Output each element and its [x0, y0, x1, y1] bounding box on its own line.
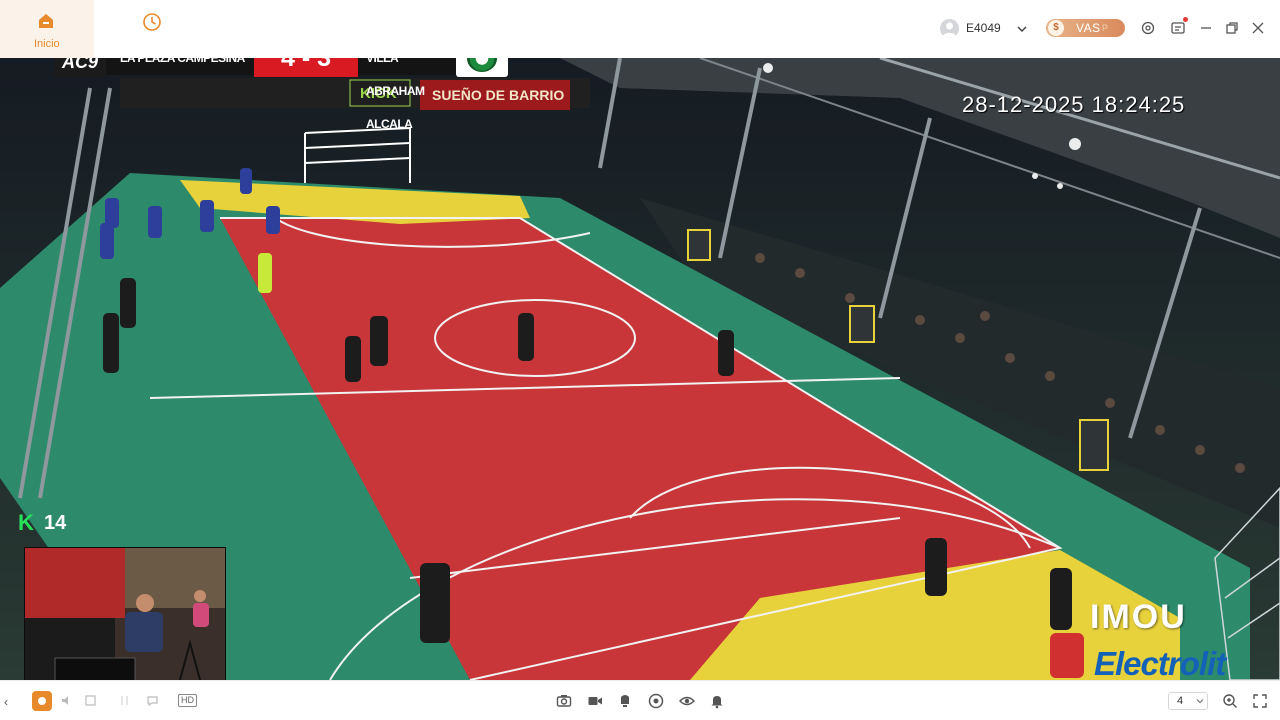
away-team-crest	[456, 58, 508, 77]
talk-icon[interactable]	[146, 694, 159, 707]
quality-toggle[interactable]: HD	[178, 694, 197, 707]
home-team-name: LA PLAZA CAMPESINA	[106, 58, 256, 75]
video-timestamp: 28-12-2025 18:24:25	[962, 92, 1186, 117]
live-video-view[interactable]: KICK SUEÑO DE BARRIO	[0, 58, 1280, 680]
camera-snapshot-icon[interactable]	[556, 693, 572, 709]
notification-dot	[1183, 17, 1188, 22]
kick-logo-icon: K	[18, 510, 34, 535]
intercom-icon[interactable]	[617, 693, 633, 709]
avatar[interactable]	[940, 19, 959, 38]
banner-sueno: SUEÑO DE BARRIO	[432, 86, 564, 103]
record-icon[interactable]	[32, 691, 52, 711]
vas-sub-label: P	[1102, 23, 1109, 33]
split-screen-select[interactable]: 4	[1168, 692, 1208, 710]
history-icon[interactable]	[142, 12, 162, 32]
close-icon[interactable]	[1250, 20, 1266, 36]
tab-home-label: Inicio	[34, 38, 60, 50]
vas-button[interactable]: $ VAS P	[1046, 19, 1125, 37]
match-score: 4 - 3	[254, 58, 358, 77]
mute-icon[interactable]	[60, 694, 73, 707]
user-icon	[942, 22, 957, 38]
sponsor-electrolit: Electrolit	[1094, 645, 1226, 680]
title-bar: Inicio E4049 $ VAS P	[0, 0, 1280, 58]
minimize-icon[interactable]	[1198, 20, 1214, 36]
vas-coin-icon: $	[1048, 20, 1064, 36]
account-name[interactable]: E4049	[966, 21, 1001, 35]
video-record-icon[interactable]	[587, 693, 603, 709]
divider-icon	[121, 696, 128, 705]
imou-watermark: IMOU	[1090, 598, 1187, 636]
zoom-in-icon[interactable]	[1222, 693, 1238, 709]
chevron-down-icon	[1196, 699, 1204, 704]
picture-in-picture-camera[interactable]	[24, 547, 226, 680]
league-logo-text: AC9	[61, 58, 98, 72]
split-screen-value: 4	[1177, 695, 1184, 707]
vas-label: VAS	[1076, 21, 1101, 35]
screenshot-small-icon[interactable]	[84, 694, 97, 707]
league-logo: AC9	[54, 58, 106, 77]
tab-home[interactable]: Inicio	[0, 0, 94, 58]
scoreboard-overlay: AC9 LA PLAZA CAMPESINA 4 - 3 VILLA ABRAH…	[54, 58, 508, 131]
playback-toolbar: ‹ HD 4	[0, 680, 1280, 720]
alarm-bell-icon[interactable]	[709, 693, 725, 709]
ptz-control-icon[interactable]	[648, 693, 664, 709]
fullscreen-icon[interactable]	[1252, 693, 1268, 709]
settings-icon[interactable]	[1140, 20, 1156, 36]
away-team-name: VILLA ABRAHAM ALCALA	[358, 58, 456, 131]
maximize-icon[interactable]	[1224, 20, 1240, 36]
eye-icon[interactable]	[679, 693, 695, 709]
viewer-count: 14	[44, 512, 67, 534]
chevron-down-icon[interactable]	[1015, 22, 1029, 36]
pip-scene	[25, 548, 225, 680]
collapse-left-icon[interactable]: ‹	[4, 695, 8, 709]
message-icon[interactable]	[1170, 20, 1186, 36]
home-icon	[39, 14, 53, 28]
